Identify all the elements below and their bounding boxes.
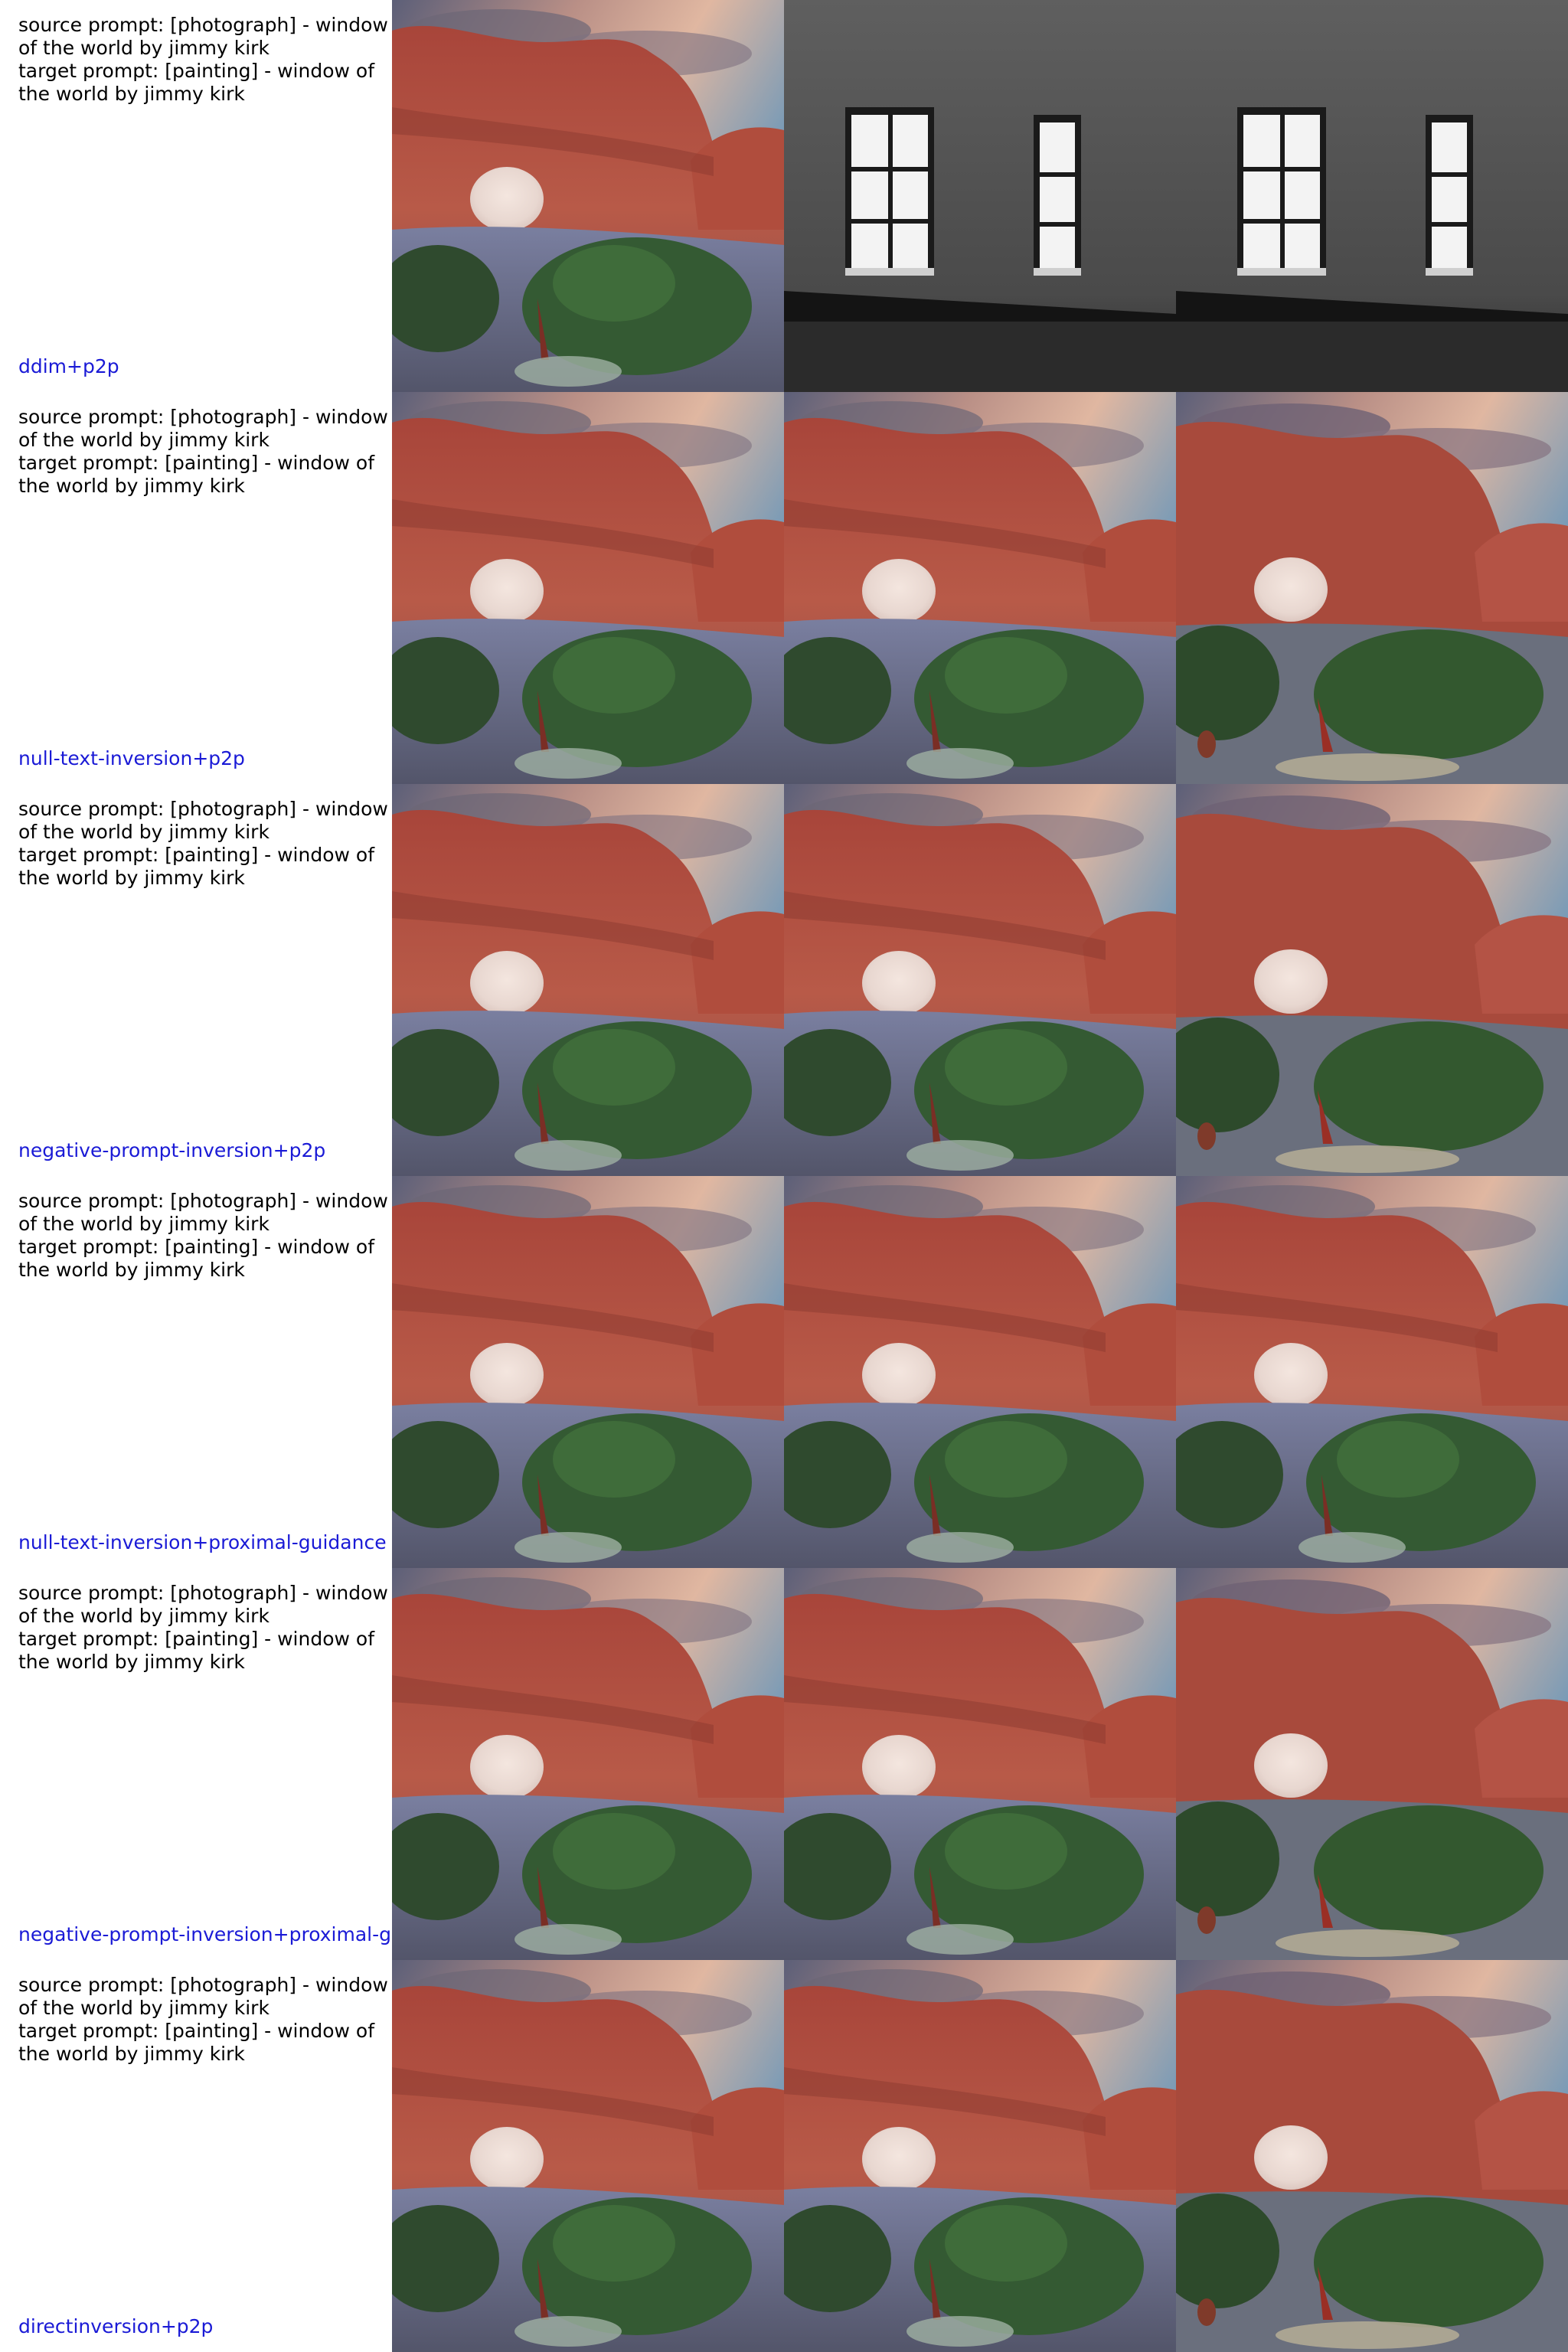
method-label: negative-prompt-inversion+p2p — [18, 1139, 326, 1161]
source-prompt: source prompt: [photograph] - window of … — [18, 1974, 388, 2019]
prompt-text: source prompt: [photograph] - window of … — [18, 406, 392, 498]
row-label-panel: source prompt: [photograph] - window of … — [0, 1176, 392, 1568]
row-label-panel: source prompt: [photograph] - window of … — [0, 1960, 392, 2352]
prompt-text: source prompt: [photograph] - window of … — [18, 1974, 392, 2066]
grid-row: source prompt: [photograph] - window of … — [0, 0, 1568, 392]
prompt-text: source prompt: [photograph] - window of … — [18, 1582, 392, 1674]
gray-wall-windows-image — [1176, 0, 1568, 392]
source-prompt: source prompt: [photograph] - window of … — [18, 1582, 388, 1627]
red-rock-arch-painting-image — [1176, 1960, 1568, 2352]
row-label-panel: source prompt: [photograph] - window of … — [0, 1568, 392, 1960]
red-rock-arch-image — [392, 1176, 784, 1568]
grid-row: source prompt: [photograph] - window of … — [0, 784, 1568, 1176]
red-rock-arch-image — [784, 392, 1176, 784]
row-label-panel: source prompt: [photograph] - window of … — [0, 0, 392, 392]
target-prompt: target prompt: [painting] - window of th… — [18, 844, 375, 889]
grid-row: source prompt: [photograph] - window of … — [0, 392, 1568, 784]
red-rock-arch-image — [1176, 1176, 1568, 1568]
source-prompt: source prompt: [photograph] - window of … — [18, 1190, 388, 1235]
red-rock-arch-painting-image — [1176, 784, 1568, 1176]
prompt-text: source prompt: [photograph] - window of … — [18, 14, 392, 106]
red-rock-arch-image — [392, 0, 784, 392]
red-rock-arch-image — [784, 1960, 1176, 2352]
method-label: null-text-inversion+proximal-guidance — [18, 1531, 387, 1553]
method-label: negative-prompt-inversion+proximal-g — [18, 1923, 391, 1945]
target-prompt: target prompt: [painting] - window of th… — [18, 1628, 375, 1673]
row-label-panel: source prompt: [photograph] - window of … — [0, 784, 392, 1176]
target-prompt: target prompt: [painting] - window of th… — [18, 2020, 375, 2065]
red-rock-arch-painting-image — [1176, 1568, 1568, 1960]
method-label: directinversion+p2p — [18, 2315, 214, 2337]
target-prompt: target prompt: [painting] - window of th… — [18, 1236, 375, 1281]
red-rock-arch-painting-image — [1176, 392, 1568, 784]
method-label: null-text-inversion+p2p — [18, 747, 245, 769]
prompt-text: source prompt: [photograph] - window of … — [18, 798, 392, 890]
target-prompt: target prompt: [painting] - window of th… — [18, 60, 375, 105]
grid-row: source prompt: [photograph] - window of … — [0, 1960, 1568, 2352]
red-rock-arch-image — [784, 1568, 1176, 1960]
red-rock-arch-image — [392, 784, 784, 1176]
source-prompt: source prompt: [photograph] - window of … — [18, 406, 388, 451]
red-rock-arch-image — [784, 784, 1176, 1176]
target-prompt: target prompt: [painting] - window of th… — [18, 452, 375, 497]
method-label: ddim+p2p — [18, 355, 119, 377]
red-rock-arch-image — [392, 392, 784, 784]
grid-row: source prompt: [photograph] - window of … — [0, 1568, 1568, 1960]
red-rock-arch-image — [784, 1176, 1176, 1568]
source-prompt: source prompt: [photograph] - window of … — [18, 798, 388, 843]
gray-wall-windows-image — [784, 0, 1176, 392]
source-prompt: source prompt: [photograph] - window of … — [18, 14, 388, 59]
red-rock-arch-image — [392, 1960, 784, 2352]
red-rock-arch-image — [392, 1568, 784, 1960]
grid-row: source prompt: [photograph] - window of … — [0, 1176, 1568, 1568]
row-label-panel: source prompt: [photograph] - window of … — [0, 392, 392, 784]
prompt-text: source prompt: [photograph] - window of … — [18, 1190, 392, 1282]
